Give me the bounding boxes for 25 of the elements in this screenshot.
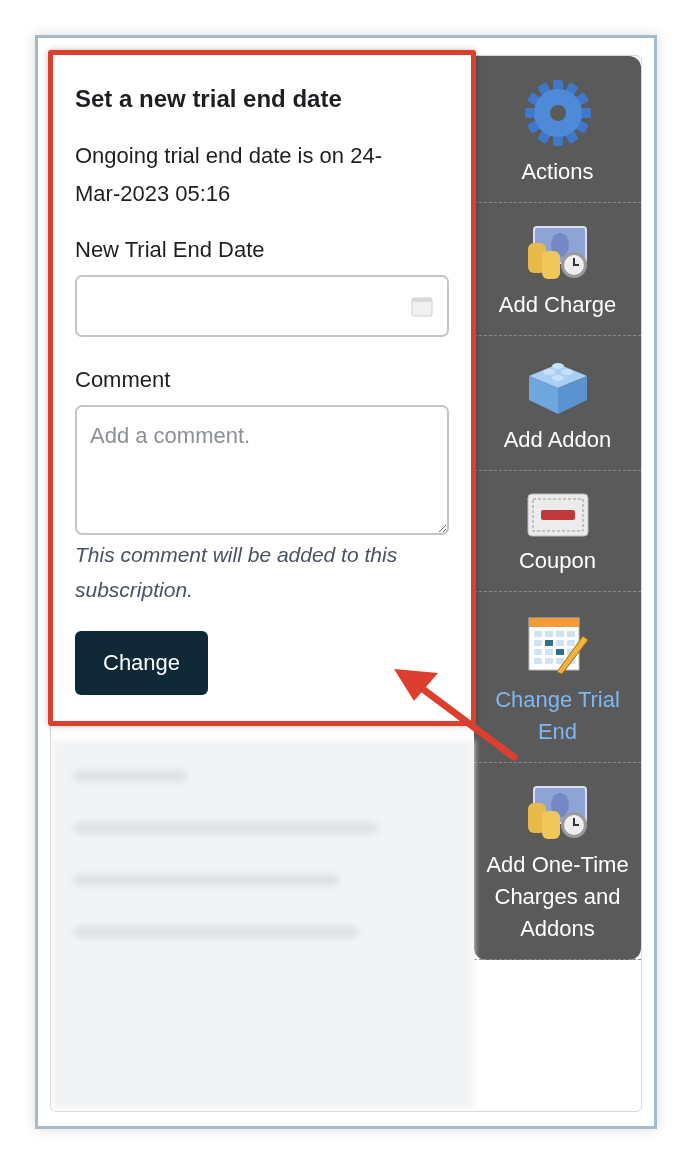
popup-title: Set a new trial end date	[75, 85, 343, 113]
menu-item[interactable]: Add Charge	[474, 203, 641, 336]
menu-label: Add Addon	[503, 426, 612, 454]
field-label: Comment	[75, 367, 172, 393]
menu-label: Actions	[521, 158, 594, 186]
gear-icon	[523, 78, 592, 148]
hint-text: This comment will be added to this subscription.	[75, 542, 399, 603]
menu-item[interactable]: Add One-Time Charges and Addons	[474, 763, 641, 960]
date-field[interactable]	[75, 275, 449, 337]
calendar-icon	[411, 295, 433, 317]
money-clock-icon	[525, 225, 590, 281]
change-button[interactable]: Change	[75, 631, 209, 695]
money-clock-icon	[525, 785, 590, 841]
calendar-pencil-icon	[526, 614, 589, 676]
comment-field[interactable]: Add a comment.	[75, 405, 449, 535]
field-label: New Trial End Date	[75, 237, 266, 263]
menu-label: Coupon	[518, 547, 597, 575]
menu-item[interactable]: Coupon	[474, 471, 641, 592]
menu-label: Add One-Time Charges and Addons	[485, 851, 630, 943]
menu-label: Add Charge	[498, 291, 617, 319]
coupon-icon	[526, 493, 589, 537]
trial-info-text: Ongoing trial end date is on 24-Mar-2023 05:16	[75, 142, 383, 208]
menu-label: Change Trial End	[494, 686, 621, 746]
menu-item[interactable]: Actions	[474, 56, 641, 203]
menu-item[interactable]: Add Addon	[474, 336, 641, 471]
